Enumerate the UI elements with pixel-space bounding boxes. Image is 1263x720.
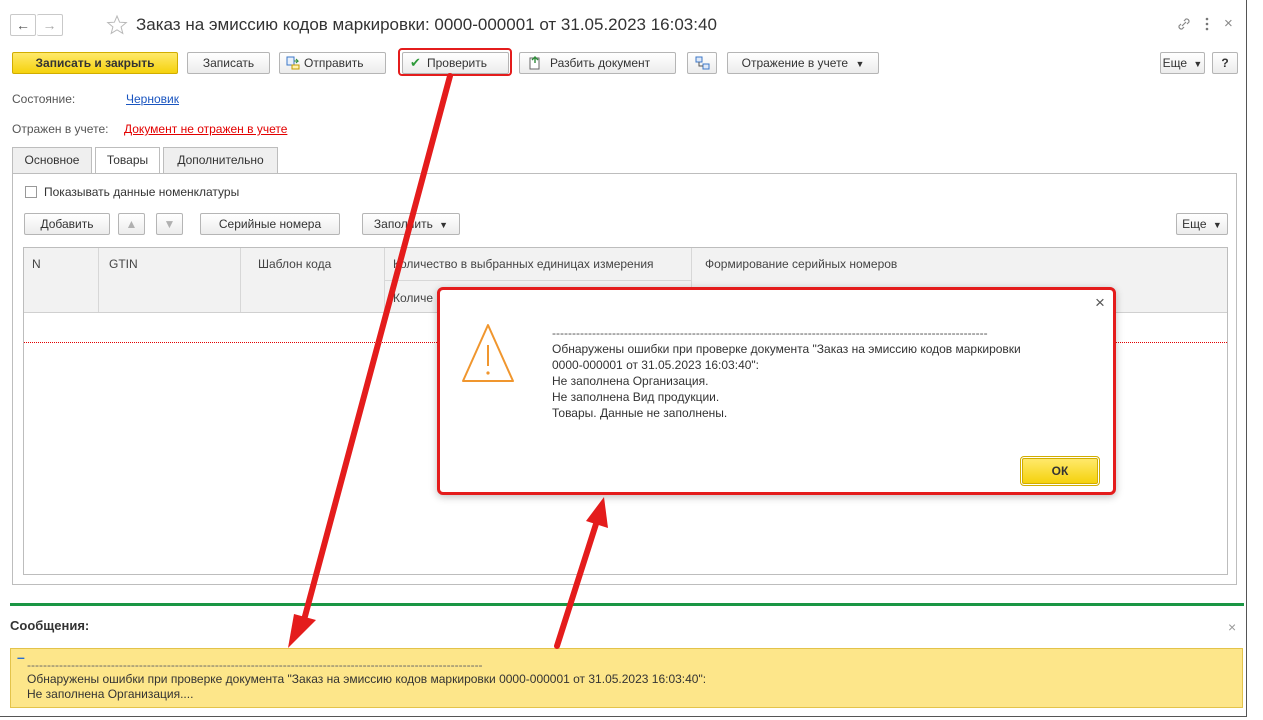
annotation-arrow-to-messages (301, 73, 453, 623)
annotation-arrowhead (288, 614, 316, 648)
annotation-arrow-to-dialog (554, 521, 599, 649)
annotation-arrows (288, 73, 608, 649)
annotation-arrowhead (586, 497, 608, 528)
